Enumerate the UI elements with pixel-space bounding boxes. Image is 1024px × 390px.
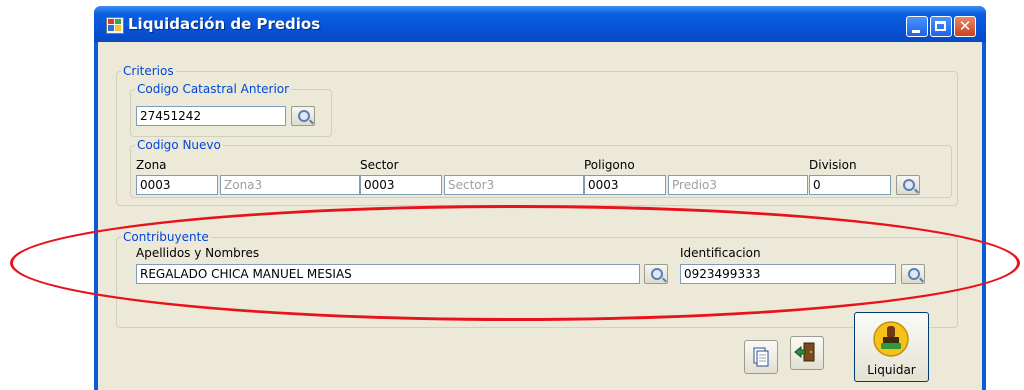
close-icon: ✕	[958, 17, 972, 35]
poligono-label: Poligono	[584, 158, 635, 172]
minimize-button[interactable]	[906, 16, 928, 37]
maximize-button[interactable]	[930, 16, 952, 37]
codigo-anterior-search-button[interactable]	[291, 106, 315, 126]
search-icon	[903, 179, 915, 191]
document-icon	[753, 347, 769, 367]
search-icon	[298, 110, 310, 122]
new-button[interactable]	[744, 340, 778, 374]
codigo-anterior-input[interactable]: 27451242	[136, 106, 286, 126]
exit-door-icon	[794, 342, 815, 362]
sector-name-field: Sector3	[444, 175, 584, 195]
liquidar-button[interactable]: Liquidar	[854, 312, 929, 382]
red-highlight-ellipse	[10, 205, 1020, 321]
main-window: Liquidación de Predios ✕ Criterios Codig…	[94, 6, 986, 390]
zona-label: Zona	[136, 158, 167, 172]
sector-input[interactable]: 0003	[360, 175, 442, 195]
sector-label: Sector	[360, 158, 399, 172]
app-icon	[106, 17, 124, 34]
liquidar-label: Liquidar	[867, 363, 916, 377]
criterios-legend: Criterios	[123, 64, 174, 78]
predio-name-field: Predio3	[668, 175, 808, 195]
codigo-anterior-legend: Codigo Catastral Anterior	[137, 82, 290, 96]
poligono-input[interactable]: 0003	[584, 175, 666, 195]
window-title: Liquidación de Predios	[128, 15, 321, 33]
zona-name-field: Zona3	[220, 175, 360, 195]
close-button[interactable]: ✕	[954, 16, 976, 37]
title-bar[interactable]: Liquidación de Predios ✕	[94, 6, 986, 42]
exit-button[interactable]	[790, 336, 824, 370]
codigo-nuevo-search-button[interactable]	[896, 175, 920, 195]
codigo-nuevo-legend: Codigo Nuevo	[137, 138, 221, 152]
stamp-icon	[873, 321, 909, 357]
division-label: Division	[809, 158, 857, 172]
division-input[interactable]: 0	[809, 175, 891, 195]
zona-input[interactable]: 0003	[136, 175, 218, 195]
